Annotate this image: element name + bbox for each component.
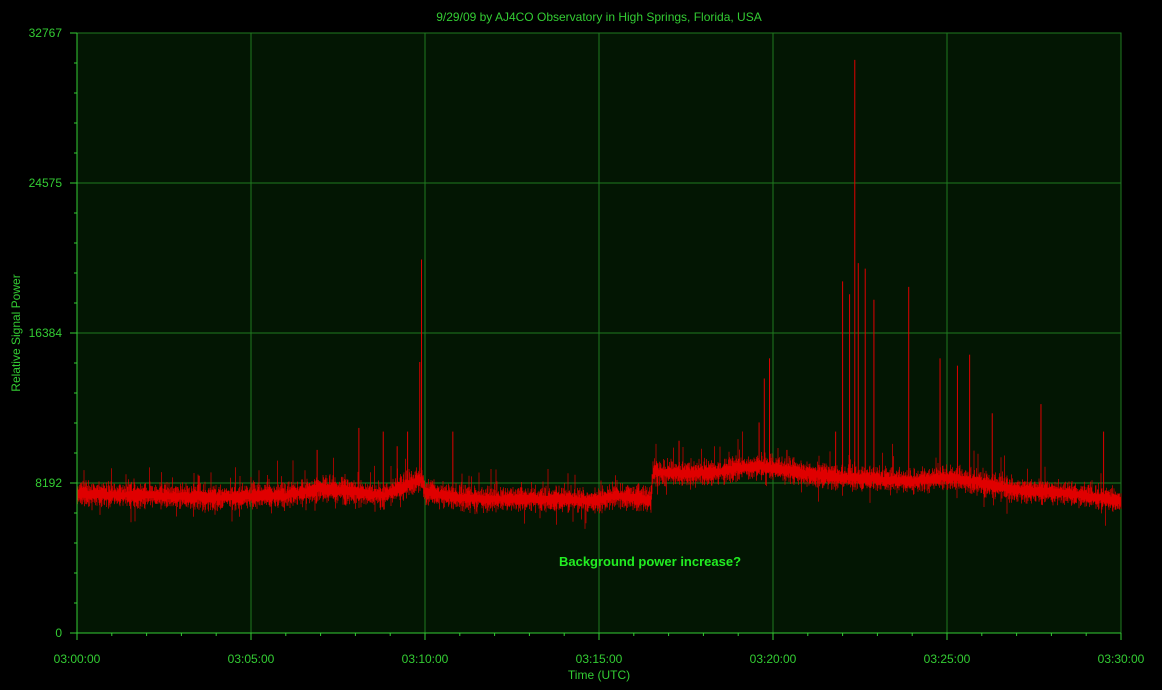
y-axis-label: Relative Signal Power (9, 274, 23, 391)
x-axis-label: Time (UTC) (568, 668, 630, 682)
chart-title: 9/29/09 by AJ4CO Observatory in High Spr… (436, 10, 761, 24)
y-tick-label: 24575 (29, 176, 63, 190)
y-tick-label: 0 (55, 626, 62, 640)
x-tick-label: 03:15:00 (576, 652, 623, 666)
x-tick-label: 03:20:00 (750, 652, 797, 666)
y-tick-label: 32767 (29, 26, 63, 40)
annotation-text: Background power increase? (559, 554, 741, 569)
chart: 03:00:00 03:05:00 03:10:00 03:15:00 03:20:00… (0, 0, 1162, 690)
x-tick-label: 03:00:00 (54, 652, 101, 666)
x-tick-label: 03:10:00 (402, 652, 449, 666)
x-tick-label: 03:05:00 (228, 652, 275, 666)
y-tick-label: 16384 (29, 326, 63, 340)
x-tick-label: 03:30:00 (1098, 652, 1145, 666)
y-tick-label: 8192 (35, 476, 62, 490)
x-tick-label: 03:25:00 (924, 652, 971, 666)
